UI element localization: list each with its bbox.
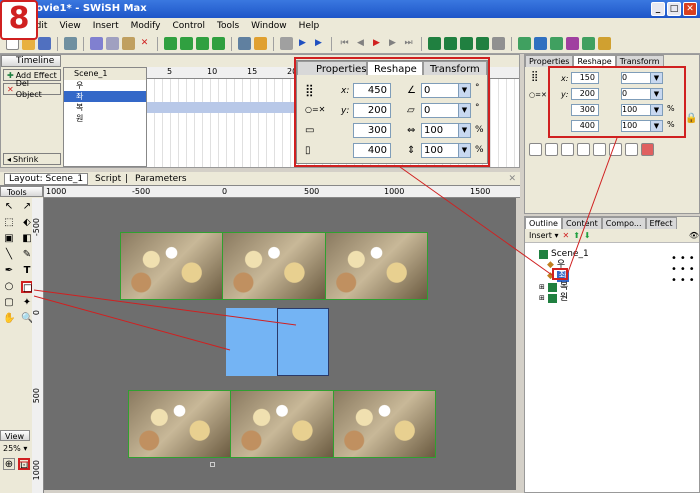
callout-lines (20, 137, 618, 463)
step-badge: 8 (0, 0, 38, 40)
